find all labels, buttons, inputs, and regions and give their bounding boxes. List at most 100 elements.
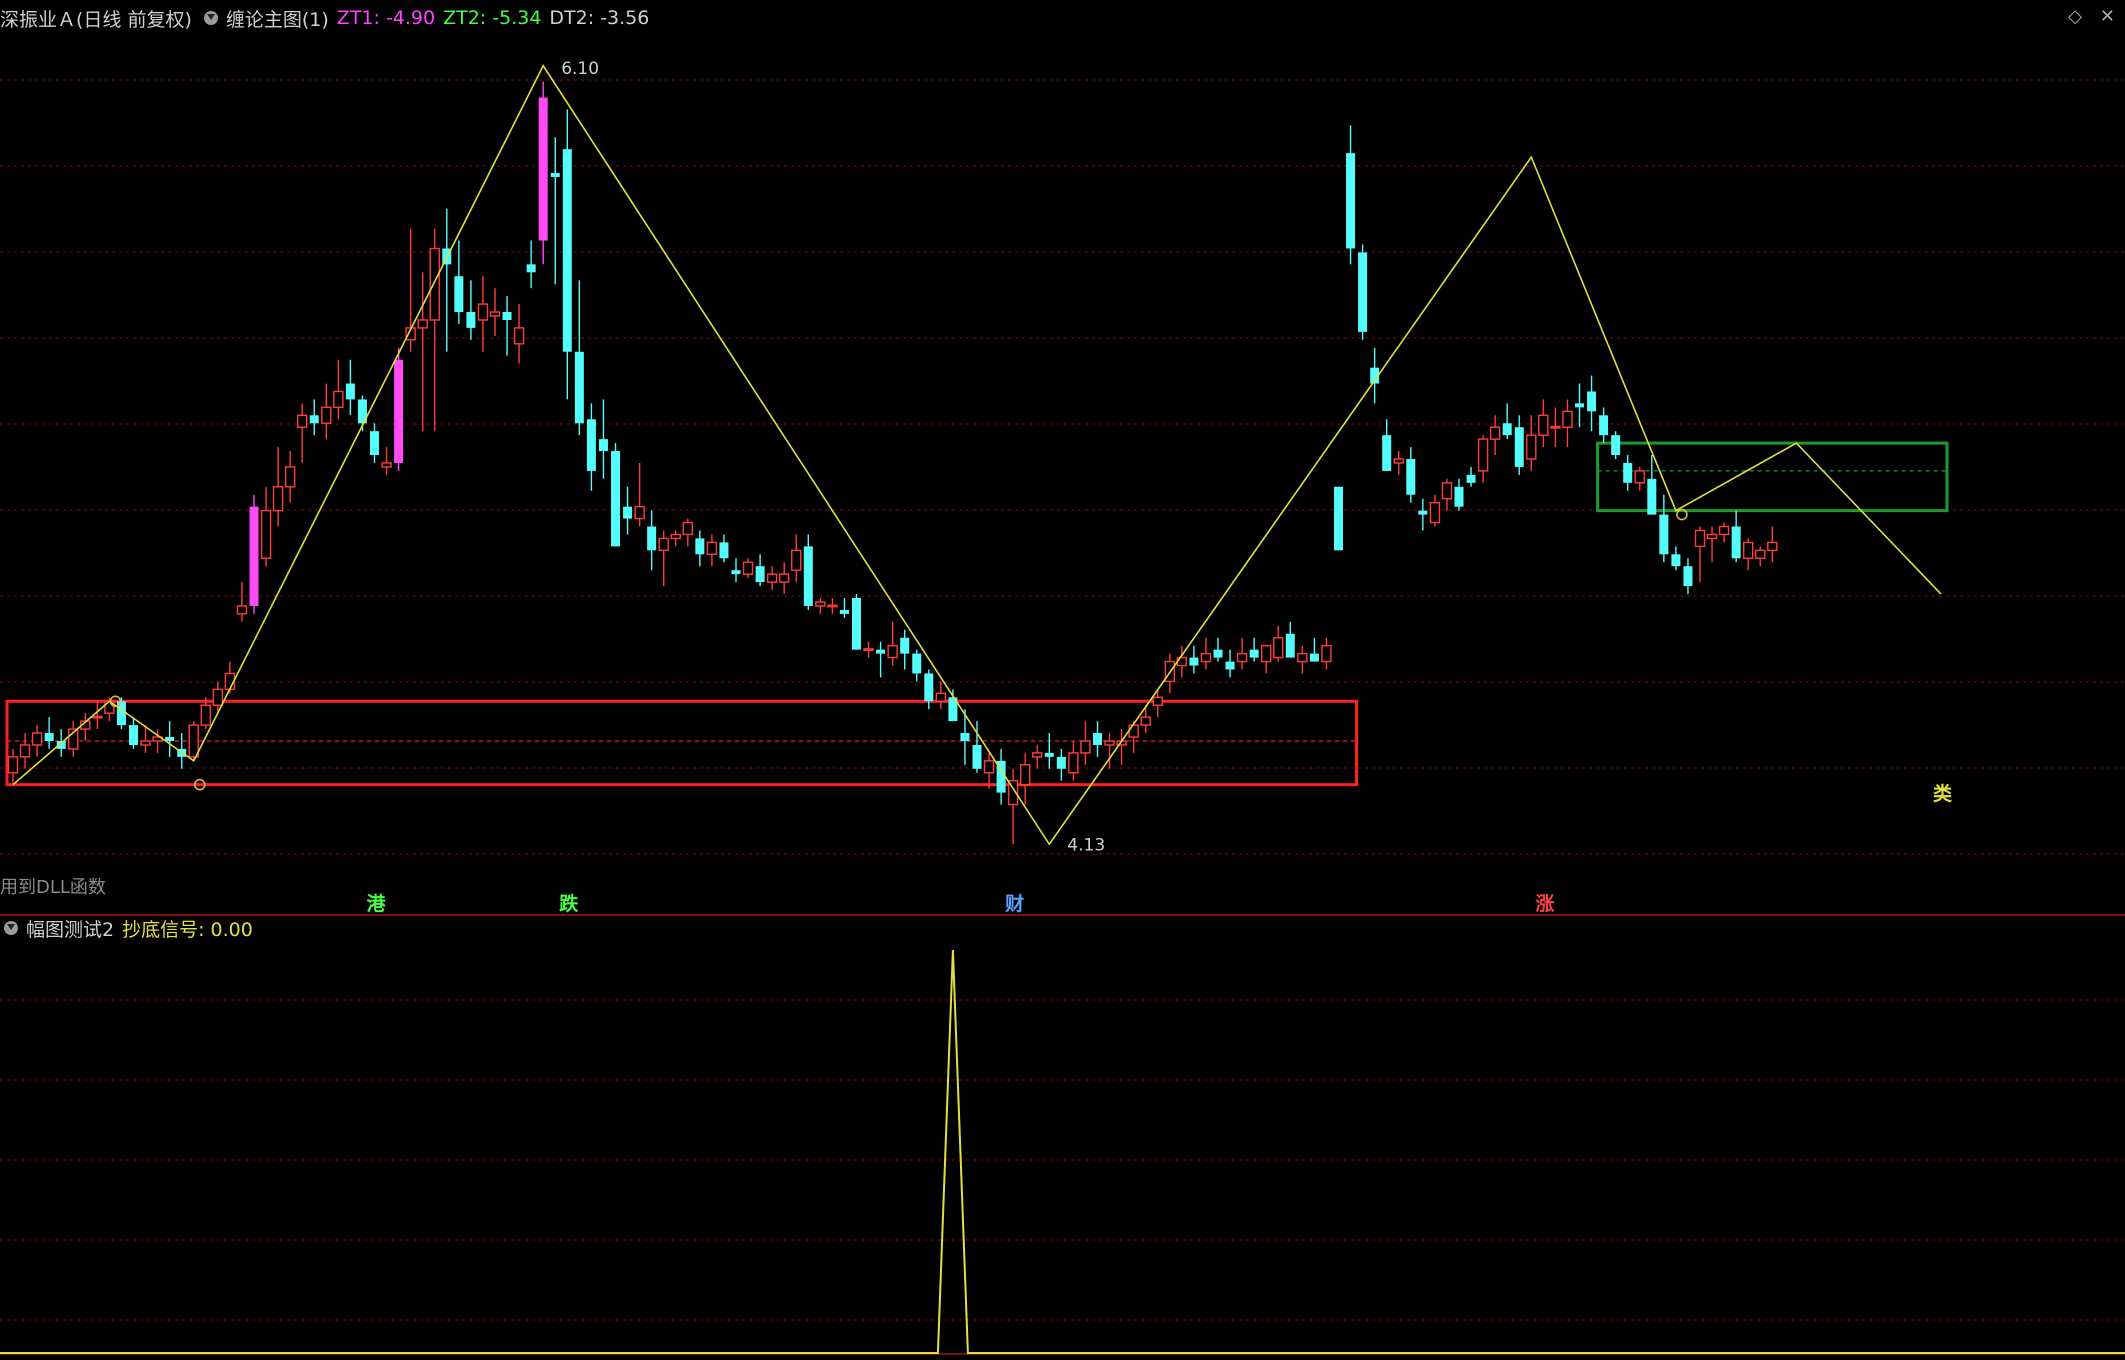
candle xyxy=(345,359,355,416)
candle xyxy=(1502,403,1512,440)
candle xyxy=(116,697,126,730)
signal-value: 抄底信号: 0.00 xyxy=(122,918,253,941)
candle-body xyxy=(550,173,560,177)
candle xyxy=(1321,637,1332,670)
candle-body xyxy=(381,462,392,468)
candle-body xyxy=(742,561,754,575)
stock-title: 深振业Ａ(日线 前复权) xyxy=(0,8,192,31)
candle-body xyxy=(1526,434,1537,460)
candle-body xyxy=(345,383,355,400)
candle xyxy=(1671,546,1681,571)
candle-body xyxy=(1489,426,1501,440)
candle-body xyxy=(1587,391,1597,412)
candle-body xyxy=(140,740,151,746)
candle-body xyxy=(598,439,608,452)
candle-body xyxy=(489,311,501,317)
candle xyxy=(1140,705,1151,734)
candle-body xyxy=(1454,486,1464,507)
pivot-label: 4.13 xyxy=(1067,835,1105,855)
candle xyxy=(165,721,175,757)
candle xyxy=(7,748,19,785)
candle-body xyxy=(1611,435,1621,456)
candle-body xyxy=(249,506,259,606)
candle-body xyxy=(309,415,319,424)
candle xyxy=(1767,526,1778,563)
candle-body xyxy=(670,533,681,540)
candle-body xyxy=(1152,696,1163,706)
candle xyxy=(1189,645,1199,674)
candle xyxy=(1080,721,1091,765)
candle-body xyxy=(92,715,103,719)
candle-body xyxy=(972,744,982,769)
close-icon[interactable]: ✕ xyxy=(2100,6,2115,27)
candle xyxy=(996,748,1006,805)
candle-body xyxy=(1706,533,1718,540)
candle xyxy=(19,733,31,769)
candle xyxy=(803,534,813,610)
sub-indicator-name[interactable]: 幅图测试2 xyxy=(26,915,114,942)
indicator-dropdown-icon[interactable] xyxy=(203,11,218,25)
candle-body xyxy=(887,644,898,659)
diamond-icon[interactable]: ◇ xyxy=(2068,6,2082,27)
candle-body xyxy=(1285,633,1295,658)
candle-body xyxy=(1273,637,1284,659)
candle xyxy=(658,530,669,587)
event-marker: 涨 xyxy=(1535,893,1554,915)
candle xyxy=(454,240,464,324)
candle xyxy=(31,725,43,757)
sub-indicator-dropdown-icon[interactable] xyxy=(4,921,18,935)
candle-body xyxy=(827,604,838,608)
candle xyxy=(321,383,332,440)
candle-body xyxy=(1321,644,1332,663)
candle xyxy=(370,423,379,463)
candle-body xyxy=(586,419,596,471)
pivot-label: 6.10 xyxy=(561,59,599,79)
candle-body xyxy=(321,406,332,424)
candle xyxy=(1020,752,1031,805)
candle-body xyxy=(1441,482,1453,500)
candle xyxy=(1683,558,1693,595)
candle-body xyxy=(803,546,813,606)
candle xyxy=(1334,486,1343,551)
candle-body xyxy=(1358,252,1368,332)
candle xyxy=(550,137,560,285)
candle xyxy=(1213,637,1223,662)
candle xyxy=(1429,494,1441,527)
candle-body xyxy=(284,466,296,488)
candle xyxy=(1694,526,1706,583)
candle xyxy=(574,280,584,436)
candle-body xyxy=(1623,462,1633,483)
candle-body xyxy=(466,312,476,328)
candle-body xyxy=(935,692,947,702)
candle xyxy=(742,558,754,579)
candle-body xyxy=(1538,414,1549,436)
candle xyxy=(1659,494,1669,563)
candle-body xyxy=(706,541,718,556)
candle-body xyxy=(1418,510,1428,515)
candle xyxy=(1297,645,1308,674)
dll-note: 用到DLL函数 xyxy=(0,877,106,898)
candle-body xyxy=(1742,541,1754,559)
candle xyxy=(502,296,512,356)
candle-body xyxy=(1550,425,1561,429)
candle xyxy=(1611,431,1621,459)
candle xyxy=(333,359,344,420)
candle-body xyxy=(502,312,512,320)
candle-body xyxy=(983,760,995,774)
candle-body xyxy=(44,733,54,741)
candle xyxy=(598,399,608,479)
candle xyxy=(1358,244,1368,340)
candle-body xyxy=(1020,764,1031,786)
candle xyxy=(1647,455,1657,515)
candle-body xyxy=(852,598,861,650)
indicator-name[interactable]: 缠论主图(1) xyxy=(226,5,329,32)
candle xyxy=(827,598,838,614)
candle xyxy=(719,534,729,563)
candle-body xyxy=(1032,752,1043,758)
candle-body xyxy=(7,756,19,774)
candle xyxy=(960,709,970,765)
candle xyxy=(1225,649,1235,678)
candle xyxy=(1309,637,1319,662)
candle-body xyxy=(1225,661,1235,670)
candle xyxy=(1454,478,1464,511)
